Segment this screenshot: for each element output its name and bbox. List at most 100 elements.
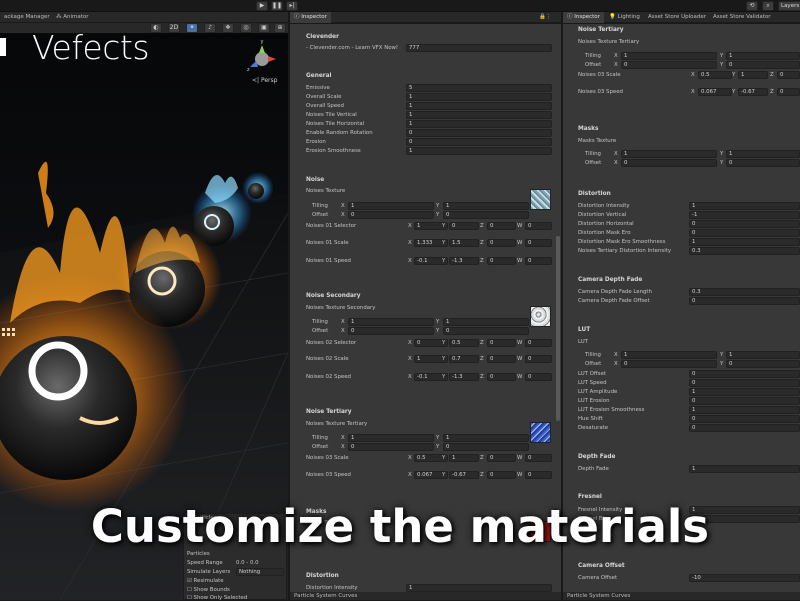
vector-y-field[interactable]: -0.67	[449, 471, 479, 479]
history-icon[interactable]: ⟲	[746, 1, 758, 11]
depth-fade-field[interactable]: 1	[689, 465, 800, 473]
offset-y-field[interactable]: 0	[443, 443, 529, 451]
vector-w-field[interactable]: 0	[525, 239, 552, 247]
general-field[interactable]: 1	[406, 120, 552, 128]
tiling-y-field[interactable]: 1	[443, 434, 529, 442]
camera-depth-field[interactable]: 0.3	[689, 288, 800, 296]
vector-y-field[interactable]: 1.5	[449, 239, 479, 247]
left-bottom-tab[interactable]: Particle System Curves	[290, 592, 561, 600]
camera-icon[interactable]: ▣	[258, 23, 270, 33]
gizmos-icon[interactable]: ⊕	[274, 23, 286, 33]
vector-z-field[interactable]: 0	[487, 257, 516, 265]
tab-lighting[interactable]: 💡 Lighting	[605, 12, 644, 23]
tiling-y-field[interactable]: 1	[443, 318, 529, 326]
tiling-x-field[interactable]: 1	[621, 150, 717, 158]
tab-asset-store-validator[interactable]: Asset Store Validator	[709, 12, 774, 23]
vector-y-field[interactable]: 0.5	[449, 339, 479, 347]
vector-y-field[interactable]: -1.3	[449, 257, 479, 265]
tiling-x-field[interactable]: 1	[348, 434, 434, 442]
effects-toggle-icon[interactable]: ❖	[222, 23, 234, 33]
general-field[interactable]: 1	[406, 102, 552, 110]
vector-x-field[interactable]: 0.5	[698, 71, 732, 79]
vector-w-field[interactable]: 0	[525, 355, 552, 363]
tiling-x-field[interactable]: 1	[621, 351, 717, 359]
tiling-y-field[interactable]: 1	[726, 150, 800, 158]
tiling-x-field[interactable]: 1	[348, 202, 434, 210]
vector-z-field[interactable]: 0	[487, 339, 516, 347]
left-inspector-scrollbar[interactable]	[556, 236, 560, 421]
camera-depth-field[interactable]: 0	[689, 297, 800, 305]
offset-x-field[interactable]: 0	[348, 211, 434, 219]
tiling-x-field[interactable]: 1	[348, 318, 434, 326]
lut-field[interactable]: 0	[689, 415, 800, 423]
tiling-y-field[interactable]: 1	[443, 202, 529, 210]
general-field[interactable]: 0	[406, 129, 552, 137]
tiling-y-field[interactable]: 1	[726, 52, 800, 60]
lighting-toggle-icon[interactable]: ✦	[186, 23, 198, 33]
hidden-objects-icon[interactable]: ◎	[240, 23, 252, 33]
simulate-layers-dropdown[interactable]: Nothing	[236, 568, 284, 576]
right-bottom-tab[interactable]: Particle System Curves	[563, 592, 800, 600]
vector-w-field[interactable]: 0	[525, 339, 552, 347]
offset-x-field[interactable]: 0	[348, 443, 434, 451]
distortion-field[interactable]: 0	[689, 220, 800, 228]
offset-x-field[interactable]: 0	[348, 327, 434, 335]
tiling-y-field[interactable]: 1	[726, 351, 800, 359]
vector-y-field[interactable]: -1.3	[449, 373, 479, 381]
vector-z-field[interactable]: 0	[487, 355, 516, 363]
tab-inspector-left[interactable]: ⓘ Inspector	[290, 12, 331, 23]
orientation-gizmo[interactable]: y z	[247, 39, 276, 73]
offset-x-field[interactable]: 0	[621, 61, 717, 69]
clevender-link-field[interactable]: 777	[406, 44, 552, 52]
vector-w-field[interactable]: 0	[525, 222, 552, 230]
offset-y-field[interactable]: 0	[443, 211, 529, 219]
vector-y-field[interactable]: 1	[449, 454, 479, 462]
step-button[interactable]: ▸|	[286, 1, 298, 11]
offset-y-field[interactable]: 0	[726, 360, 800, 368]
vector-w-field[interactable]: 0	[525, 373, 552, 381]
noise-texture-thumbnail[interactable]	[530, 189, 551, 210]
offset-x-field[interactable]: 0	[621, 360, 717, 368]
pause-button[interactable]: ❚❚	[271, 1, 283, 11]
play-button[interactable]: ▶	[256, 1, 268, 11]
audio-toggle-icon[interactable]: ♪	[204, 23, 216, 33]
vector-y-field[interactable]: 0.7	[449, 355, 479, 363]
distortion-field[interactable]: 1	[689, 202, 800, 210]
vector-z-field[interactable]: 0	[487, 471, 516, 479]
vector-w-field[interactable]: 0	[525, 257, 552, 265]
noise-texture-tertiary-thumbnail[interactable]	[530, 422, 551, 443]
distortion-field[interactable]: 0.3	[689, 247, 800, 255]
camera-offset-field[interactable]: -10	[689, 574, 800, 582]
vector-y-field[interactable]: 0	[449, 222, 479, 230]
general-field[interactable]: 0	[406, 138, 552, 146]
vector-y-field[interactable]: -0.67	[738, 88, 768, 96]
distortion-field[interactable]: 1	[689, 238, 800, 246]
vector-z-field[interactable]: 0	[777, 88, 800, 96]
vector-z-field[interactable]: 0	[487, 239, 516, 247]
tab-inspector-right[interactable]: ⓘ Inspector	[563, 12, 604, 23]
offset-x-field[interactable]: 0	[621, 159, 717, 167]
lut-field[interactable]: 0	[689, 424, 800, 432]
vector-z-field[interactable]: 0	[777, 71, 800, 79]
lut-field[interactable]: 1	[689, 406, 800, 414]
distortion-intensity-field[interactable]: 1	[406, 584, 552, 592]
vector-w-field[interactable]: 0	[525, 454, 552, 462]
vector-z-field[interactable]: 0	[487, 373, 516, 381]
vector-z-field[interactable]: 0	[487, 454, 516, 462]
layers-dropdown[interactable]: Layers	[778, 1, 800, 11]
general-field[interactable]: 1	[406, 147, 552, 155]
general-field[interactable]: 1	[406, 111, 552, 119]
lock-icon[interactable]: 🔒⋮	[535, 12, 555, 23]
distortion-field[interactable]: 0	[689, 229, 800, 237]
tab-animator[interactable]: ⁂ Animator	[52, 12, 93, 23]
general-field[interactable]: 1	[406, 93, 552, 101]
lut-field[interactable]: 0	[689, 397, 800, 405]
tab-package-manager[interactable]: ackage Manager	[0, 12, 54, 23]
tiling-x-field[interactable]: 1	[621, 52, 717, 60]
lut-field[interactable]: 1	[689, 388, 800, 396]
show-bounds-checkbox[interactable]: ☐ Show Bounds	[187, 587, 230, 593]
lut-field[interactable]: 0	[689, 379, 800, 387]
vector-z-field[interactable]: 0	[487, 222, 516, 230]
lut-field[interactable]: 0	[689, 370, 800, 378]
vector-y-field[interactable]: 1	[738, 71, 768, 79]
